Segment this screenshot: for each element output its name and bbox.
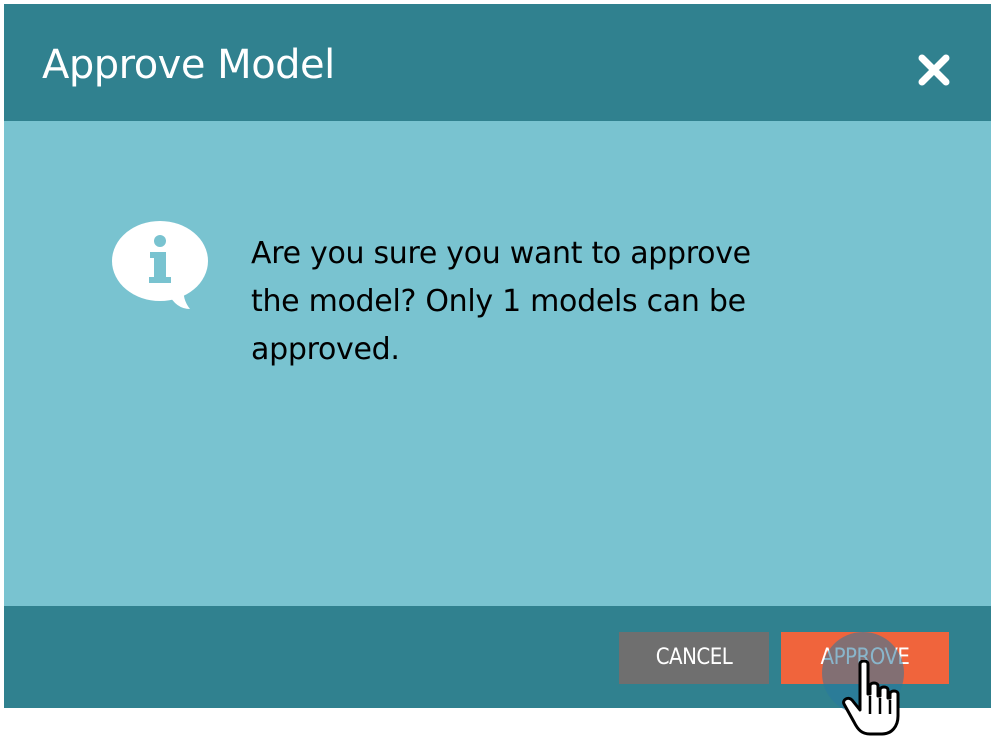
dialog-title: Approve Model [42, 42, 335, 88]
dialog-footer: CANCEL APPROVE [4, 606, 991, 708]
info-speech-bubble-icon [112, 221, 208, 309]
close-button[interactable] [912, 48, 956, 92]
approve-button[interactable]: APPROVE [781, 632, 949, 684]
dialog-header: Approve Model [4, 4, 991, 121]
approve-model-dialog: Approve Model Are you sure you want to a… [4, 4, 991, 708]
confirmation-message: Are you sure you want to approve the mod… [251, 236, 751, 367]
close-icon [918, 54, 950, 86]
cancel-button[interactable]: CANCEL [619, 632, 769, 684]
dialog-body: Are you sure you want to approve the mod… [4, 121, 991, 606]
